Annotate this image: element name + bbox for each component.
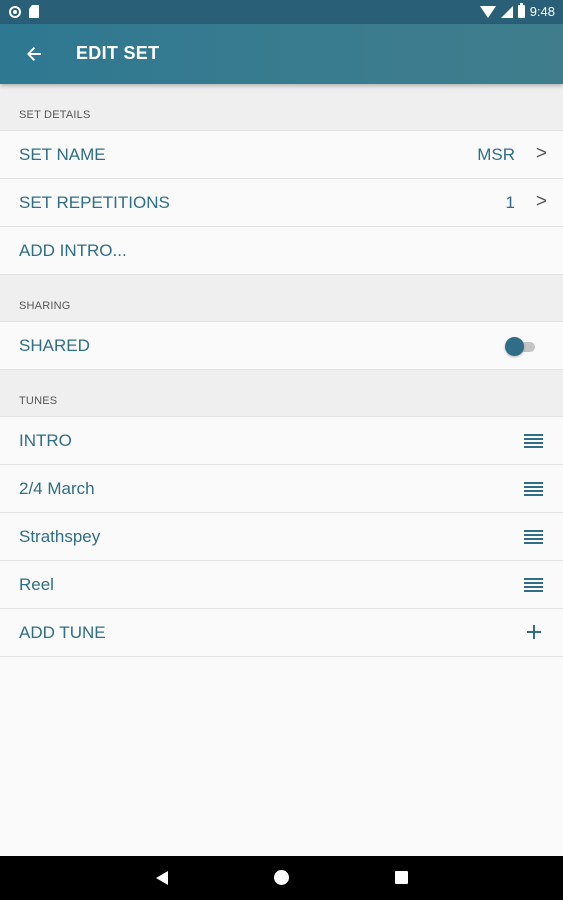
shared-toggle[interactable]	[505, 337, 535, 356]
add-intro-row[interactable]: ADD INTRO...	[0, 227, 563, 275]
chevron-right-icon: >	[535, 143, 547, 164]
set-repetitions-row[interactable]: SET REPETITIONS 1 >	[0, 179, 563, 227]
back-triangle-icon[interactable]	[132, 856, 192, 900]
drag-handle-icon[interactable]	[524, 482, 543, 496]
set-repetitions-value: 1	[505, 193, 515, 212]
tune-label: INTRO	[19, 431, 72, 450]
section-header-label: SHARING	[19, 300, 71, 312]
section-header-set-details: SET DETAILS	[0, 84, 563, 131]
drag-handle-icon[interactable]	[524, 530, 543, 544]
section-header-sharing: SHARING	[0, 275, 563, 322]
edit-set-list: SET DETAILS SET NAME MSR > SET REPETITIO…	[0, 84, 563, 657]
add-tune-row[interactable]: ADD TUNE	[0, 609, 563, 657]
set-name-row[interactable]: SET NAME MSR >	[0, 131, 563, 179]
section-header-tunes: TUNES	[0, 370, 563, 417]
tune-label: 2/4 March	[19, 479, 95, 498]
drag-handle-icon[interactable]	[524, 434, 543, 448]
set-name-label: SET NAME	[19, 145, 106, 164]
page-title: EDIT SET	[76, 43, 160, 63]
status-bar: 9:48	[0, 0, 563, 24]
toggle-thumb	[505, 337, 524, 356]
tune-row-reel[interactable]: Reel	[0, 561, 563, 609]
tune-row-strathspey[interactable]: Strathspey	[0, 513, 563, 561]
tune-label: Strathspey	[19, 527, 101, 546]
tune-row-intro[interactable]: INTRO	[0, 417, 563, 465]
set-repetitions-label: SET REPETITIONS	[19, 193, 170, 212]
battery-icon	[517, 3, 525, 18]
system-nav-bar	[0, 856, 563, 900]
sd-card-icon	[29, 5, 39, 18]
add-intro-label: ADD INTRO...	[19, 241, 127, 260]
arrow-back-icon	[27, 47, 41, 61]
recents-square-icon[interactable]	[372, 856, 432, 900]
back-button[interactable]	[14, 36, 54, 72]
section-header-label: TUNES	[19, 395, 58, 407]
plus-icon[interactable]	[527, 625, 541, 639]
tune-label: Reel	[19, 575, 54, 594]
circle-notification-icon	[9, 5, 21, 18]
chevron-right-icon: >	[535, 191, 547, 212]
shared-row[interactable]: SHARED	[0, 322, 563, 370]
add-tune-label: ADD TUNE	[19, 623, 106, 642]
status-time: 9:48	[529, 4, 555, 19]
section-header-label: SET DETAILS	[19, 109, 91, 121]
app-bar: EDIT SET	[0, 24, 563, 84]
home-circle-icon[interactable]	[252, 856, 312, 900]
tune-row-march[interactable]: 2/4 March	[0, 465, 563, 513]
shared-label: SHARED	[19, 336, 90, 355]
drag-handle-icon[interactable]	[524, 578, 543, 592]
set-name-value: MSR	[477, 145, 515, 164]
signal-icon	[500, 5, 513, 18]
wifi-icon	[479, 5, 496, 18]
